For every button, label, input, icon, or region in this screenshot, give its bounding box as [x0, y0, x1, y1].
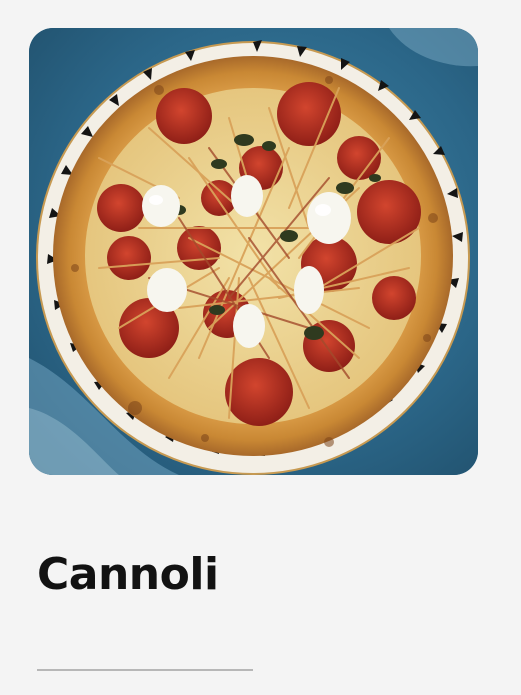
- product-image[interactable]: [29, 28, 478, 475]
- product-card[interactable]: Cannoli: [0, 0, 521, 695]
- product-title: Cannoli: [37, 549, 219, 600]
- title-underline-divider: [37, 669, 253, 671]
- pizza-photo: [29, 28, 478, 475]
